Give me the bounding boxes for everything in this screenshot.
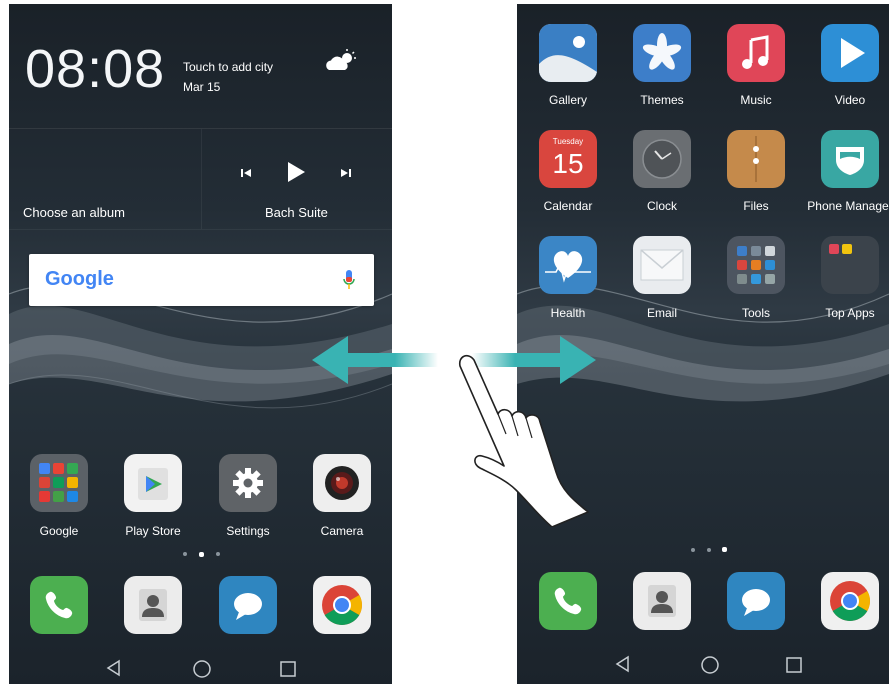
app-label-gallery: Gallery [548,93,587,107]
chrome-icon[interactable] [313,576,371,634]
top-apps-folder-icon[interactable] [821,236,879,294]
video-play-icon[interactable] [821,24,879,82]
music-note-icon[interactable] [727,24,785,82]
play-store-icon[interactable] [124,454,182,512]
chrome-icon[interactable] [821,572,879,630]
app-label-music: Music [740,93,772,107]
back-icon[interactable] [614,655,632,673]
swipe-left-arrow-icon [308,332,438,388]
google-folder-icon[interactable] [30,454,88,512]
clock-icon[interactable] [633,130,691,188]
page-dot-active[interactable] [722,547,727,552]
recent-apps-icon[interactable] [279,660,297,678]
app-label-phone-manager: Phone Manager [807,199,889,213]
play-icon[interactable] [285,160,307,184]
app-label-calendar: Calendar [543,199,593,213]
home-icon[interactable] [700,655,720,675]
app-label-video: Video [834,93,866,107]
track-title: Bach Suite [265,205,328,220]
clock-time[interactable]: 08:08 [25,38,165,100]
clock-date: Mar 15 [183,80,221,94]
calendar-date-number: 15 [552,148,584,179]
next-track-icon[interactable] [339,166,353,180]
choose-album-button[interactable]: Choose an album [23,205,125,220]
themes-icon[interactable] [633,24,691,82]
back-icon[interactable] [105,659,123,677]
weather-city-prompt[interactable]: Touch to add city [183,60,273,74]
previous-track-icon[interactable] [239,166,253,180]
hand-pointer-icon [452,352,602,527]
messaging-icon[interactable] [219,576,277,634]
page-dot-active[interactable] [199,552,204,557]
recent-apps-icon[interactable] [785,656,803,674]
app-label-files: Files [743,199,769,213]
contacts-icon[interactable] [124,576,182,634]
calendar-icon[interactable]: Tuesday 15 [539,130,597,188]
phone-icon[interactable] [30,576,88,634]
page-dot[interactable] [691,548,695,552]
camera-icon[interactable] [313,454,371,512]
phone-manager-shield-icon[interactable] [821,130,879,188]
gallery-icon[interactable] [539,24,597,82]
app-label-google: Google [39,524,79,538]
app-label-settings: Settings [226,524,270,538]
contacts-icon[interactable] [633,572,691,630]
google-search-bar[interactable]: Google [29,254,374,306]
app-label-camera: Camera [320,524,364,538]
app-label-top-apps: Top Apps [825,306,875,320]
tools-folder-icon[interactable] [727,236,785,294]
phone-icon[interactable] [539,572,597,630]
settings-gear-icon[interactable] [219,454,277,512]
email-envelope-icon[interactable] [633,236,691,294]
microphone-icon[interactable] [342,268,356,292]
messaging-icon[interactable] [727,572,785,630]
home-icon[interactable] [192,659,212,679]
app-label-health: Health [550,306,586,320]
calendar-day-name: Tuesday [552,137,584,146]
health-heart-icon[interactable] [539,236,597,294]
page-dot[interactable] [216,552,220,556]
app-label-themes: Themes [640,93,684,107]
files-folder-icon[interactable] [727,130,785,188]
google-logo: Google [45,268,114,290]
app-label-email: Email [646,306,677,320]
weather-cloud-sun-icon[interactable] [323,48,357,74]
page-dot[interactable] [183,552,187,556]
app-label-clock: Clock [646,199,677,213]
app-label-tools: Tools [741,306,770,320]
page-dot[interactable] [707,548,711,552]
app-label-play-store: Play Store [125,524,181,538]
